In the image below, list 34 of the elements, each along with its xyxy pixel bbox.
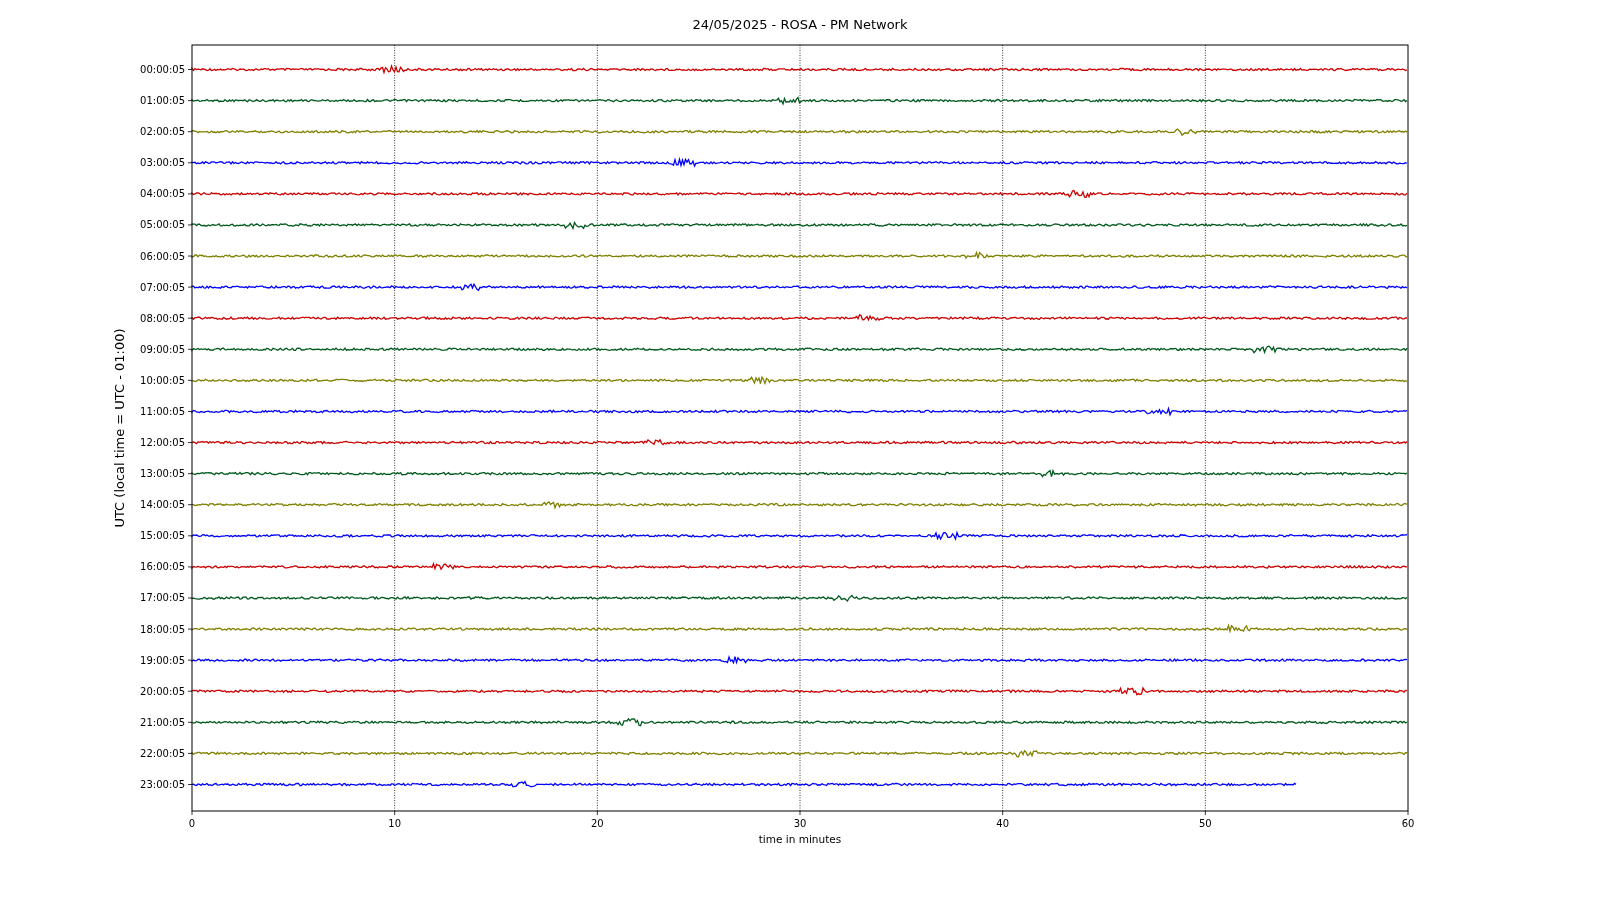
y-tick-label: 14:00:05 [140, 499, 185, 511]
y-tick-label: 22:00:05 [140, 747, 185, 759]
y-tick-label: 08:00:05 [140, 312, 185, 324]
y-tick-label: 05:00:05 [140, 219, 185, 231]
x-tick-label: 40 [996, 818, 1010, 829]
x-tick-label: 50 [1198, 818, 1212, 829]
y-tick-label: 11:00:05 [140, 405, 185, 417]
y-tick-label: 19:00:05 [140, 654, 185, 666]
x-tick-label: 60 [1401, 818, 1415, 829]
y-tick-label: 23:00:05 [140, 779, 185, 790]
y-tick-label: 12:00:05 [140, 437, 185, 449]
y-tick-label: 07:00:05 [140, 281, 185, 293]
y-tick-label: 09:00:05 [140, 343, 185, 355]
y-tick-label: 13:00:05 [140, 468, 185, 480]
y-tick-label: 00:00:05 [140, 64, 185, 75]
y-tick-label: 01:00:05 [140, 95, 185, 107]
y-axis-label: UTC (local time = UTC - 01:00) [112, 328, 127, 528]
y-tick-label: 15:00:05 [140, 530, 185, 542]
y-tick-label: 02:00:05 [140, 126, 185, 138]
x-tick-label: 0 [188, 818, 196, 829]
y-tick-label: 06:00:05 [140, 250, 185, 262]
y-tick-label: 10:00:05 [140, 374, 185, 386]
y-tick-label: 16:00:05 [140, 561, 185, 573]
y-tick-label: 03:00:05 [140, 157, 185, 169]
chart-title: 24/05/2025 - ROSA - PM Network [692, 17, 908, 32]
x-tick-label: 10 [388, 818, 402, 829]
x-axis-label: time in minutes [758, 833, 842, 845]
y-tick-label: 18:00:05 [140, 623, 185, 635]
y-tick-label: 21:00:05 [140, 716, 185, 728]
x-tick-label: 30 [793, 818, 807, 829]
y-tick-label: 04:00:05 [140, 188, 185, 200]
y-tick-label: 20:00:05 [140, 685, 185, 697]
x-tick-label: 20 [590, 818, 604, 829]
y-tick-label: 17:00:05 [140, 592, 185, 604]
